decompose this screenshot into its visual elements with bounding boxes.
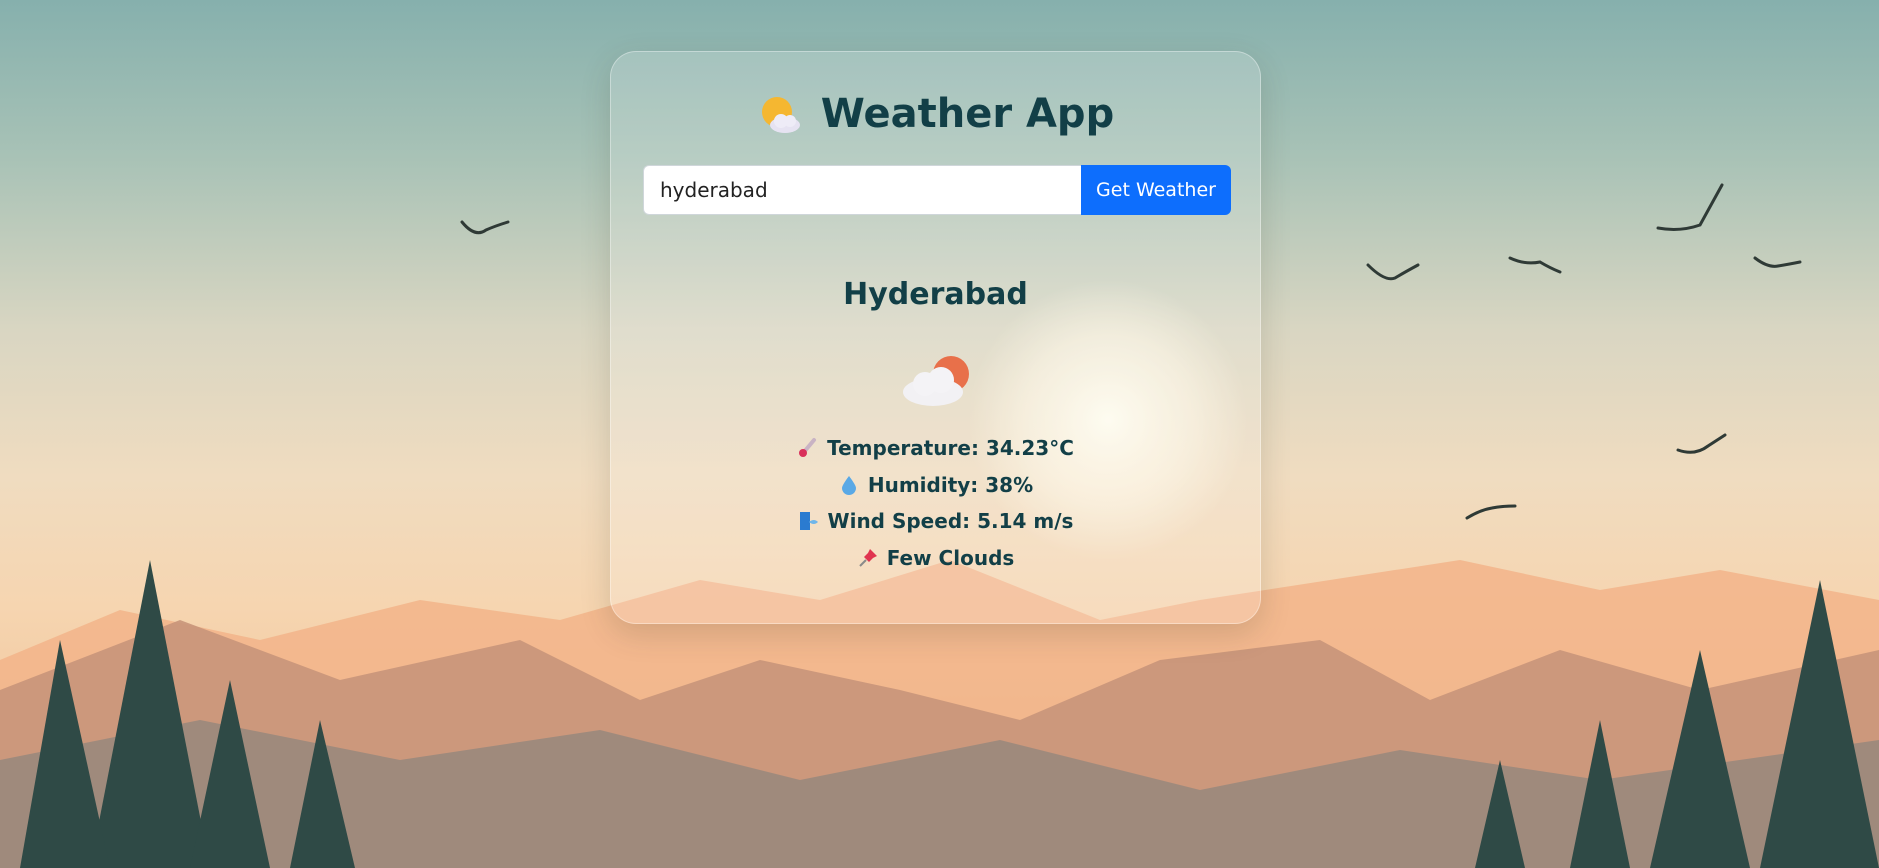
thermometer-icon (799, 438, 817, 458)
sun-behind-cloud-icon (761, 97, 800, 133)
humidity-text: Humidity: 38% (867, 472, 1034, 497)
app-title: Weather App (820, 91, 1115, 137)
wind-icon (799, 512, 818, 531)
humidity-row: Humidity: 38% (838, 467, 1033, 504)
droplet-icon (841, 475, 856, 495)
description-row: Few Clouds (857, 540, 1015, 577)
wind-speed-row: Wind Speed: 5.14 m/s (798, 503, 1074, 540)
app-header: Weather App (611, 84, 1260, 144)
search-bar: Get Weather (643, 165, 1231, 215)
partly-cloudy-icon (903, 356, 969, 406)
temperature-row: Temperature: 34.23°C (797, 430, 1074, 467)
temperature-text: Temperature: 34.23°C (827, 436, 1074, 461)
city-name: Hyderabad (843, 277, 1028, 312)
pushpin-icon (858, 548, 877, 567)
city-input[interactable] (643, 165, 1081, 215)
get-weather-button[interactable]: Get Weather (1081, 165, 1231, 215)
description-text: Few Clouds (886, 545, 1015, 570)
weather-details: Temperature: 34.23°C Humidity: 38% Wind … (611, 430, 1260, 576)
wind-speed-text: Wind Speed: 5.14 m/s (827, 509, 1074, 534)
weather-card: Weather App Get Weather Hyderabad Temper… (610, 51, 1261, 624)
